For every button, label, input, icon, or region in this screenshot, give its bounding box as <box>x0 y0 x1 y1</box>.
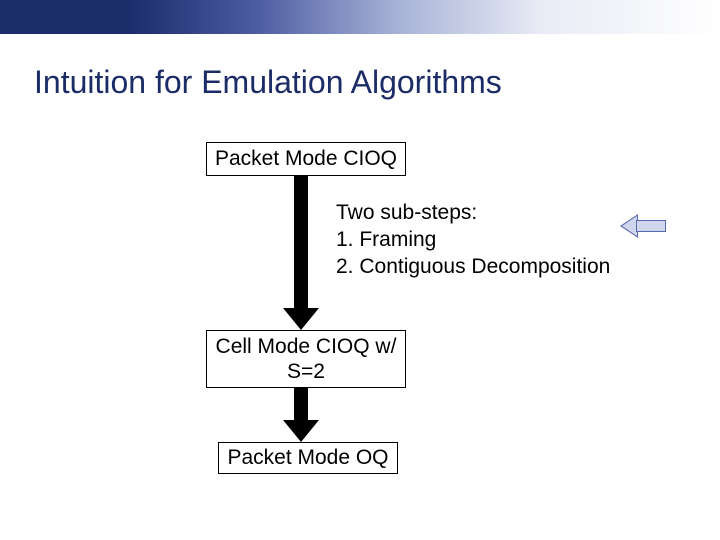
box-packet-mode-cioq: Packet Mode CIOQ <box>206 142 406 176</box>
box-middle-line1: Cell Mode CIOQ w/ <box>216 334 397 359</box>
header-gradient-bar <box>0 0 720 34</box>
box-packet-mode-oq: Packet Mode OQ <box>218 442 398 474</box>
arrow-down-icon <box>294 388 308 420</box>
substeps-header: Two sub-steps: <box>336 200 610 227</box>
box-bottom-label: Packet Mode OQ <box>227 445 388 470</box>
substeps-text: Two sub-steps: 1. Framing 2. Contiguous … <box>336 200 610 281</box>
arrow-left-icon <box>620 216 666 236</box>
arrow-down-icon <box>294 176 308 308</box>
substeps-step1: 1. Framing <box>336 227 610 254</box>
box-middle-line2: S=2 <box>287 359 325 384</box>
slide-title: Intuition for Emulation Algorithms <box>34 64 502 101</box>
box-cell-mode-cioq: Cell Mode CIOQ w/ S=2 <box>206 330 406 388</box>
substeps-step2: 2. Contiguous Decomposition <box>336 254 610 281</box>
box-top-label: Packet Mode CIOQ <box>215 146 397 171</box>
